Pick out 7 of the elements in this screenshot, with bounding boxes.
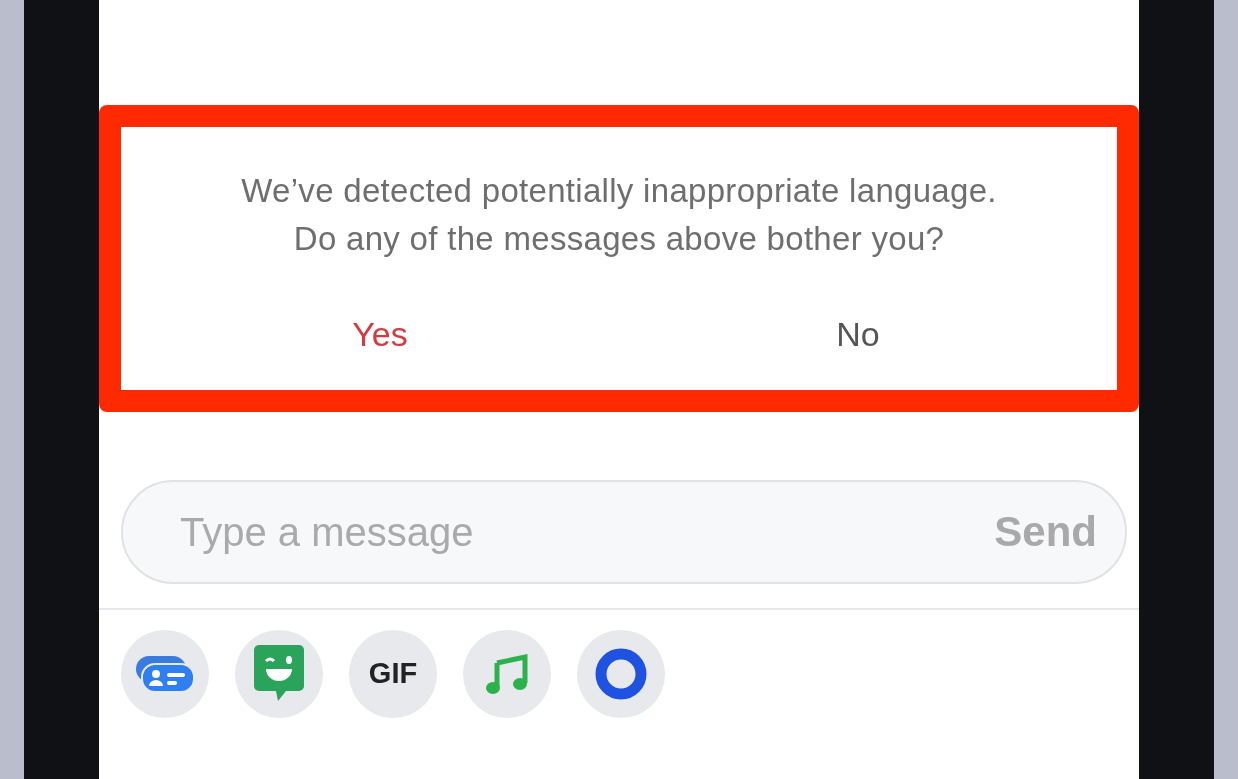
dismiss-button[interactable]: No	[619, 302, 1097, 366]
confirm-button[interactable]: Yes	[141, 302, 619, 366]
music-note-icon	[485, 652, 529, 695]
ring-icon	[595, 647, 647, 700]
alert-message: We’ve detected potentially inappropriate language. Do any of the messages above bother you?	[240, 171, 998, 259]
contact-card-icon	[134, 653, 196, 694]
gif-button[interactable]: GIF	[349, 629, 437, 718]
